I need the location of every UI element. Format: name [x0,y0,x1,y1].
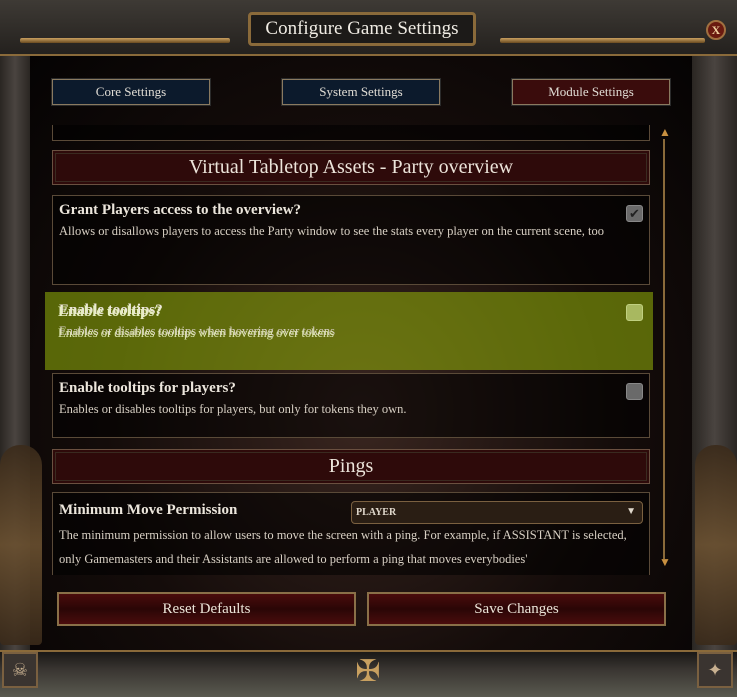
statue-right [695,445,737,645]
section-header-party-overview: Virtual Tabletop Assets - Party overview [52,150,650,185]
tab-system-settings[interactable]: System Settings [281,78,441,106]
setting-enable-tooltips-overlay: Enable tooltips? Enables or disables too… [58,304,648,345]
setting-label: Enable tooltips for players? [59,380,236,396]
dice-icon[interactable]: ✦ [697,652,733,688]
save-changes-button[interactable]: Save Changes [367,592,666,626]
tab-core-settings[interactable]: Core Settings [51,78,211,106]
checkbox-enable-tooltips-players[interactable] [626,383,643,400]
scroll-track[interactable] [663,139,665,559]
skull-icon: ☠ [2,652,38,688]
decorative-rail [500,38,705,43]
setting-enable-tooltips-players: Enable tooltips for players? Enables or … [52,373,650,438]
setting-hint: Enables or disables tooltips when hoveri… [58,326,334,340]
checkbox-grant-players-access[interactable]: ✔ [626,205,643,222]
section-header-pings: Pings [52,449,650,484]
setting-minimum-move-permission: Minimum Move Permission PLAYER ▼ The mini… [52,492,650,575]
permission-select[interactable]: PLAYER ▼ [351,501,643,524]
select-value: PLAYER [356,507,397,518]
close-button[interactable]: X [706,20,726,40]
setting-grant-players-access: Grant Players access to the overview? Al… [52,195,650,285]
iron-cross-icon: ✠ [355,655,381,688]
setting-hint: Enables or disables tooltips for players… [59,402,407,416]
setting-hint: The minimum permission to allow users to… [59,528,627,566]
checkbox-enable-tooltips[interactable] [626,304,643,321]
setting-item-partial [52,125,650,141]
scrollbar[interactable]: ▲ ▼ [659,125,671,575]
chevron-down-icon: ▼ [626,506,636,517]
check-icon: ✔ [629,205,640,221]
statue-left [0,445,42,645]
scroll-up-arrow-icon[interactable]: ▲ [659,125,671,140]
tab-module-settings[interactable]: Module Settings [511,78,671,106]
setting-label: Grant Players access to the overview? [59,202,302,218]
setting-hint: Allows or disallows players to access th… [59,224,604,238]
decorative-rail [20,38,230,43]
window-title: Configure Game Settings [248,12,476,46]
reset-defaults-button[interactable]: Reset Defaults [57,592,356,626]
setting-label: Enable tooltips? [58,304,162,320]
scroll-down-arrow-icon[interactable]: ▼ [659,555,671,570]
